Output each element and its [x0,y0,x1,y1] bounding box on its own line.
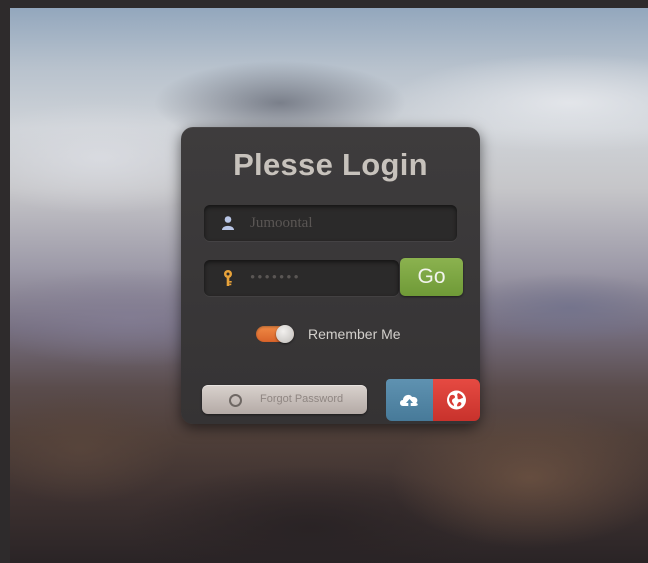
password-input[interactable] [250,260,390,296]
login-panel: Plesse Login Go Remember Me [181,127,480,424]
cloud-upload-icon [400,394,418,407]
cloud-upload-button[interactable] [386,379,433,421]
remember-me-toggle[interactable] [256,325,294,343]
go-button[interactable]: Go [400,258,463,296]
globe-icon [447,390,466,410]
forgot-password-button[interactable]: Forgot Password [202,385,367,414]
login-title: Plesse Login [233,147,428,182]
screen-frame: Plesse Login Go Remember Me [0,0,648,563]
username-field[interactable] [204,205,457,241]
toggle-knob [276,325,294,343]
user-icon [222,216,234,230]
circle-icon [229,394,242,407]
globe-button[interactable] [433,379,480,421]
forgot-password-label: Forgot Password [260,393,344,405]
remember-me-label: Remember Me [308,326,401,342]
username-input[interactable] [250,205,446,241]
password-field[interactable] [204,260,399,296]
key-icon [224,270,232,286]
